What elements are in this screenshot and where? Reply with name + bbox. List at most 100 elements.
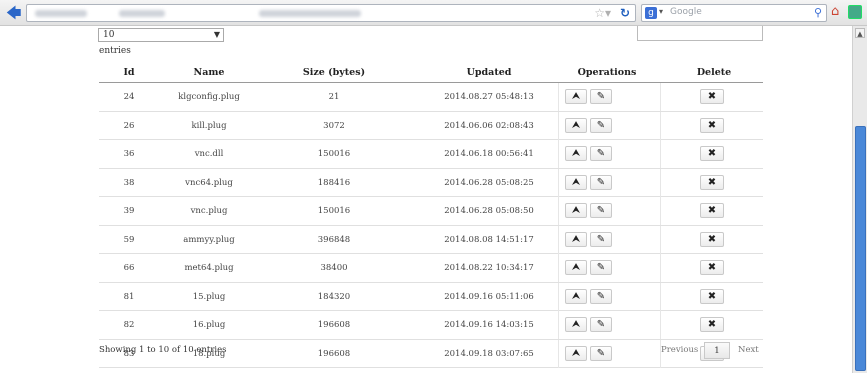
delete-button[interactable]: ✖ bbox=[700, 89, 724, 104]
cell-id: 24 bbox=[123, 92, 135, 102]
page-1-button[interactable]: 1 bbox=[704, 342, 730, 359]
previous-button[interactable]: Previous bbox=[661, 342, 698, 359]
cell-name: klgconfig.plug bbox=[178, 92, 240, 102]
upload-button[interactable]: ⮝ bbox=[565, 288, 587, 304]
cell-divider bbox=[409, 339, 559, 368]
edit-button[interactable]: ✎ bbox=[590, 317, 612, 332]
page-length-select[interactable]: 10 ▼ bbox=[98, 28, 224, 42]
edit-button[interactable]: ✎ bbox=[590, 288, 612, 304]
cell-divider bbox=[409, 282, 559, 311]
column-header-operations: Operations bbox=[577, 67, 637, 78]
search-bar[interactable]: g ▾ Google ⚲ bbox=[641, 4, 827, 22]
blurred-url bbox=[259, 10, 361, 17]
delete-button[interactable]: ✖ bbox=[700, 174, 724, 190]
search-placeholder: Google bbox=[670, 7, 702, 17]
upload-button[interactable]: ⮝ bbox=[565, 146, 587, 161]
table-row: 24 klgconfig.plug 21 2014.08.27 05:48:13 ⮝ ✎ ✖ bbox=[99, 83, 763, 112]
delete-button[interactable]: ✖ bbox=[700, 288, 724, 304]
column-header-updated[interactable]: Updated bbox=[409, 67, 569, 78]
cell-divider bbox=[409, 168, 559, 197]
delete-button[interactable]: ✖ bbox=[700, 146, 724, 161]
star-icon[interactable]: ☆▾ bbox=[594, 6, 611, 20]
cell-divider bbox=[409, 311, 559, 339]
cell-id: 26 bbox=[123, 120, 135, 131]
scroll-up-icon[interactable]: ▲ bbox=[855, 28, 865, 38]
upload-button[interactable]: ⮝ bbox=[565, 174, 587, 190]
edit-button[interactable]: ✎ bbox=[590, 345, 612, 361]
upload-button[interactable]: ⮝ bbox=[565, 203, 587, 218]
cell-id: 59 bbox=[123, 234, 135, 245]
search-engine-icon[interactable]: g bbox=[645, 7, 657, 19]
cell-size: 150016 bbox=[317, 206, 351, 216]
upload-button[interactable]: ⮝ bbox=[565, 117, 587, 133]
delete-button[interactable]: ✖ bbox=[700, 317, 724, 332]
upload-button[interactable]: ⮝ bbox=[565, 260, 587, 275]
cell-size: 184320 bbox=[317, 291, 351, 302]
table-info: Showing 1 to 10 of 10 entries bbox=[99, 345, 227, 355]
blurred-url bbox=[35, 10, 87, 17]
table-row: 66 met64.plug 38400 2014.08.22 10:34:17 ⮝ ✎ ✖ bbox=[99, 254, 763, 283]
cell-name: kill.plug bbox=[191, 120, 227, 131]
magnifier-icon[interactable]: ⚲ bbox=[814, 6, 822, 19]
addon-icon[interactable] bbox=[848, 5, 862, 19]
delete-button[interactable]: ✖ bbox=[700, 203, 724, 218]
table-row: 26 kill.plug 3072 2014.06.06 02:08:43 ⮝ ✎ ✖ bbox=[99, 111, 763, 140]
cell-size: 150016 bbox=[317, 149, 351, 159]
cell-divider bbox=[409, 83, 559, 111]
plugins-table: Id Name Size (bytes) Updated Operations … bbox=[99, 63, 763, 368]
column-header-delete: Delete bbox=[696, 67, 732, 78]
edit-button[interactable]: ✎ bbox=[590, 231, 612, 247]
delete-button[interactable]: ✖ bbox=[700, 260, 724, 275]
table-row: 81 15.plug 184320 2014.09.16 05:11:06 ⮝ ✎ ✖ bbox=[99, 282, 763, 311]
filter-input[interactable] bbox=[637, 26, 763, 41]
next-button[interactable]: Next bbox=[738, 342, 759, 359]
cell-name: vnc64.plug bbox=[185, 177, 233, 188]
edit-button[interactable]: ✎ bbox=[590, 203, 612, 218]
cell-name: ammyy.plug bbox=[183, 234, 235, 245]
cell-name: met64.plug bbox=[184, 263, 234, 273]
cell-divider bbox=[409, 111, 559, 140]
chevron-down-icon: ▼ bbox=[213, 30, 220, 39]
cell-size: 21 bbox=[328, 92, 340, 102]
reload-icon[interactable]: ↻ bbox=[620, 6, 630, 20]
chevron-down-icon[interactable]: ▾ bbox=[659, 7, 663, 16]
back-arrow-icon[interactable]: 🡄 bbox=[6, 5, 24, 21]
scroll-thumb[interactable] bbox=[855, 126, 866, 371]
column-header-name[interactable]: Name bbox=[159, 67, 259, 78]
cell-size: 3072 bbox=[323, 120, 345, 131]
delete-button[interactable]: ✖ bbox=[700, 117, 724, 133]
cell-divider bbox=[409, 197, 559, 225]
edit-button[interactable]: ✎ bbox=[590, 89, 612, 104]
delete-button[interactable]: ✖ bbox=[700, 231, 724, 247]
cell-id: 66 bbox=[123, 263, 135, 273]
table-header: Id Name Size (bytes) Updated Operations … bbox=[99, 63, 763, 83]
upload-button[interactable]: ⮝ bbox=[565, 89, 587, 104]
page-length-value: 10 bbox=[103, 30, 115, 40]
browser-toolbar: 🡄 ☆▾ ↻ g ▾ Google ⚲ ⌂ bbox=[0, 0, 867, 26]
column-header-id[interactable]: Id bbox=[99, 67, 159, 78]
cell-size: 396848 bbox=[317, 234, 351, 245]
cell-size: 196608 bbox=[317, 320, 351, 330]
edit-button[interactable]: ✎ bbox=[590, 146, 612, 161]
cell-divider bbox=[409, 140, 559, 168]
cell-name: 16.plug bbox=[192, 320, 226, 330]
vertical-scrollbar[interactable]: ▲ bbox=[852, 26, 867, 373]
cell-size: 38400 bbox=[320, 263, 348, 273]
edit-button[interactable]: ✎ bbox=[590, 260, 612, 275]
table-row: 82 16.plug 196608 2014.09.16 14:03:15 ⮝ ✎ ✖ bbox=[99, 311, 763, 340]
address-bar[interactable]: ☆▾ ↻ bbox=[26, 4, 636, 22]
table-row: 59 ammyy.plug 396848 2014.08.08 14:51:17 ⮝ ✎ ✖ bbox=[99, 225, 763, 254]
cell-id: 39 bbox=[123, 206, 135, 216]
edit-button[interactable]: ✎ bbox=[590, 174, 612, 190]
upload-button[interactable]: ⮝ bbox=[565, 345, 587, 361]
upload-button[interactable]: ⮝ bbox=[565, 231, 587, 247]
upload-button[interactable]: ⮝ bbox=[565, 317, 587, 332]
edit-button[interactable]: ✎ bbox=[590, 117, 612, 133]
cell-id: 38 bbox=[123, 177, 135, 188]
home-icon[interactable]: ⌂ bbox=[831, 5, 845, 19]
cell-id: 81 bbox=[123, 291, 135, 302]
cell-name: vnc.dll bbox=[194, 149, 224, 159]
column-header-size[interactable]: Size (bytes) bbox=[259, 67, 409, 78]
entries-label: entries bbox=[99, 46, 131, 56]
cell-name: 15.plug bbox=[192, 291, 226, 302]
